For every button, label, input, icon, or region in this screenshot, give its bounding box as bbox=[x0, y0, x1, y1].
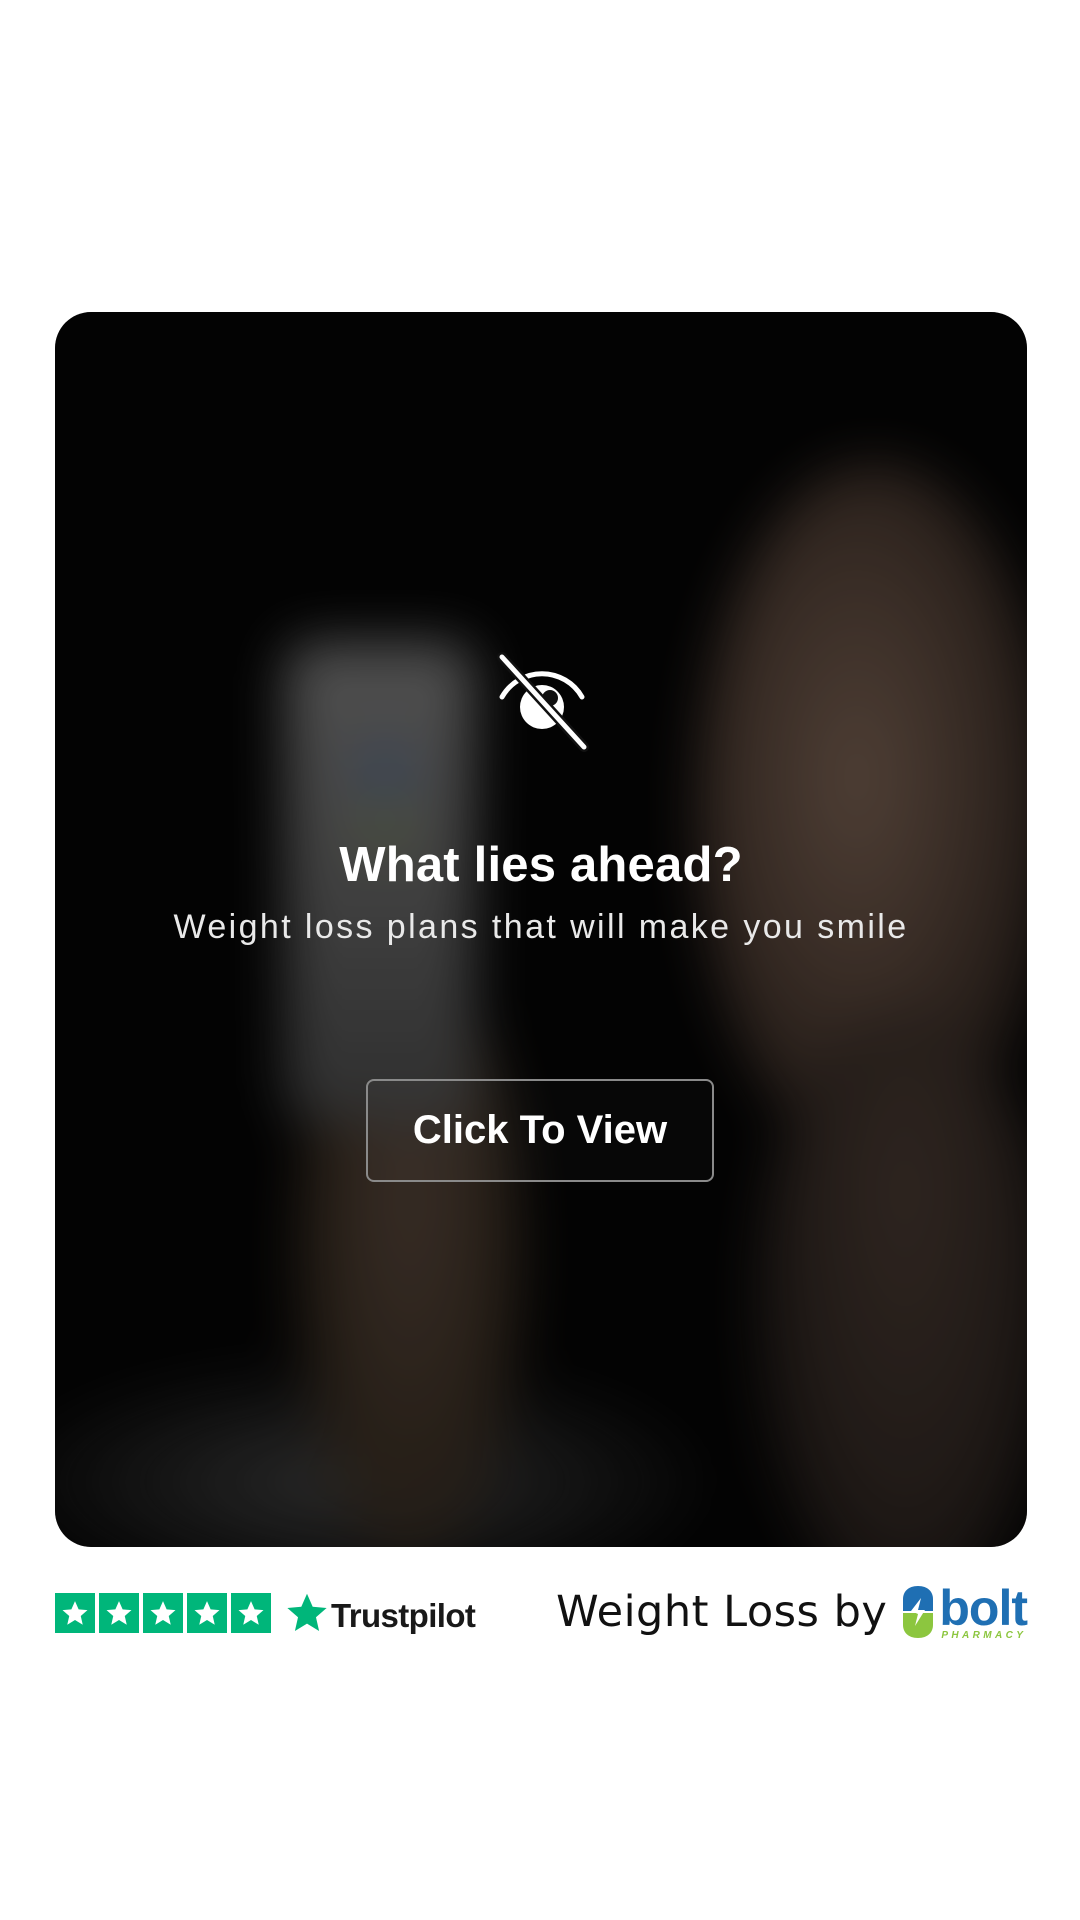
trustpilot-star-icon bbox=[187, 1593, 227, 1633]
bolt-wordmark: bolt bbox=[939, 1580, 1028, 1636]
trustpilot-star-icon bbox=[99, 1593, 139, 1633]
bolt-pharmacy-logo: bolt PHARMACY bbox=[901, 1580, 1028, 1641]
sensitive-content-card[interactable]: What lies ahead? Weight loss plans that … bbox=[55, 312, 1027, 1547]
click-to-view-button[interactable]: Click To View bbox=[366, 1079, 714, 1182]
trustpilot-star-icon bbox=[143, 1593, 183, 1633]
pharmacy-wordmark: PHARMACY bbox=[941, 1630, 1027, 1641]
trustpilot-star-icon bbox=[231, 1593, 271, 1633]
card-subtitle: Weight loss plans that will make you smi… bbox=[173, 908, 909, 946]
capsule-icon bbox=[901, 1584, 935, 1640]
card-title: What lies ahead? bbox=[339, 838, 743, 892]
trustpilot-star-icon bbox=[55, 1593, 95, 1633]
brand-prefix: Weight Loss by bbox=[556, 1587, 888, 1637]
brand-lockup[interactable]: Weight Loss by bolt PHARMACY bbox=[556, 1580, 1028, 1644]
eye-slash-icon bbox=[492, 652, 592, 752]
trustpilot-logo-star-icon bbox=[285, 1591, 329, 1635]
trustpilot-rating[interactable]: Trustpilot bbox=[55, 1588, 476, 1638]
footer-strip: Trustpilot Weight Loss by bolt PHARMACY bbox=[55, 1580, 1028, 1650]
trustpilot-wordmark: Trustpilot bbox=[331, 1597, 476, 1634]
